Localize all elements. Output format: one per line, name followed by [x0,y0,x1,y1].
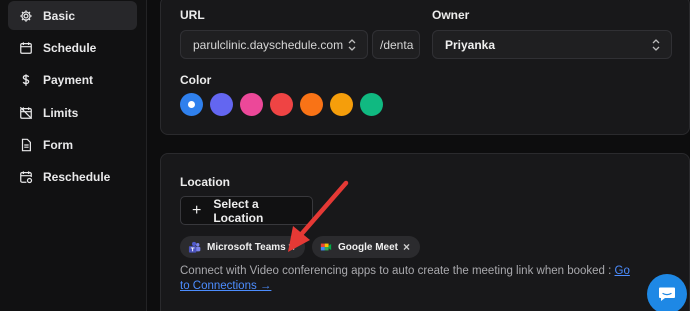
domain-value: parulclinic.dayschedule.com [193,37,344,52]
sidebar-item-reschedule[interactable]: Reschedule [8,162,137,191]
gear-icon [20,9,32,22]
calendar-off-icon [19,106,33,119]
color-swatch[interactable] [180,93,203,116]
url-path-value: /denta [380,37,414,52]
owner-select[interactable]: Priyanka [432,30,672,59]
sidebar-item-basic[interactable]: Basic [8,1,137,30]
sidebar-item-schedule[interactable]: Schedule [8,33,137,62]
chat-button[interactable] [647,274,687,311]
sidebar-item-limits[interactable]: Limits [8,98,137,127]
remove-icon[interactable]: × [403,241,411,253]
basic-settings-card [160,0,690,135]
sidebar-item-label: Reschedule [43,169,111,184]
sidebar-item-label: Payment [43,72,94,87]
annotation-arrow [288,180,349,252]
helper-text: Connect with Video conferencing apps to … [180,265,615,277]
document-icon [21,138,31,151]
chevron-updown-icon [348,39,356,51]
color-swatch[interactable] [210,93,233,116]
url-label: URL [180,8,205,22]
location-label: Location [180,175,230,189]
location-helper-text: Connect with Video conferencing apps to … [180,264,640,294]
calendar-icon [20,41,32,54]
url-path-input[interactable]: /denta [372,30,420,59]
domain-select[interactable]: parulclinic.dayschedule.com [180,30,368,59]
color-swatch[interactable] [300,93,323,116]
sidebar-item-label: Limits [43,105,79,120]
chip-label: Microsoft Teams [207,241,286,253]
color-swatch[interactable] [330,93,353,116]
sidebar-item-label: Schedule [43,40,97,55]
calendar-refresh-icon [20,170,33,183]
chevron-updown-icon [652,39,660,51]
sidebar: Basic Schedule Payment Limits Form Resch… [0,0,147,311]
owner-label: Owner [432,8,470,22]
color-swatch[interactable] [240,93,263,116]
color-swatch[interactable] [360,93,383,116]
owner-value: Priyanka [445,37,496,52]
microsoft-teams-icon [188,241,201,253]
color-swatch[interactable] [270,93,293,116]
sidebar-item-label: Basic [43,8,76,23]
sidebar-item-label: Form [43,137,73,152]
sidebar-item-payment[interactable]: Payment [8,65,137,94]
plus-icon: + [192,201,202,219]
sidebar-item-form[interactable]: Form [8,130,137,159]
chat-icon [659,287,675,301]
dollar-icon [22,73,30,86]
color-label: Color [180,73,212,87]
